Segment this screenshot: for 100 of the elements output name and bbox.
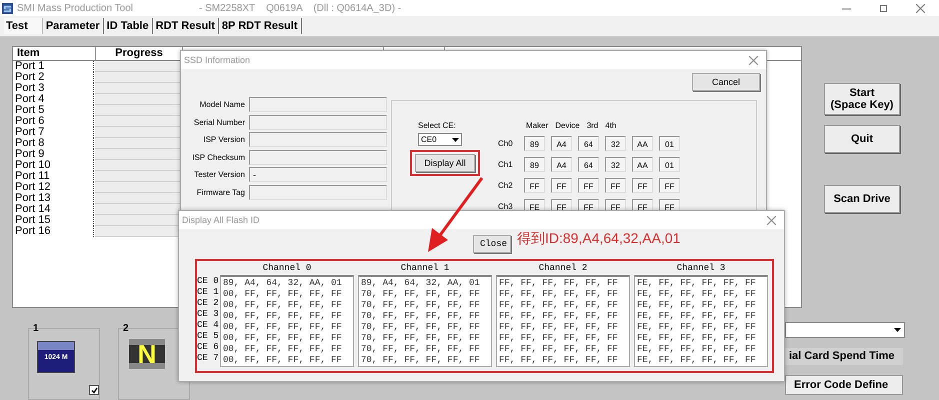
ce-label: CE 6 — [197, 342, 220, 353]
port-label[interactable]: Port 5 — [13, 105, 94, 116]
flash-id-row-text: FF, FF, FF, FF, FF, FF — [499, 289, 619, 300]
field-label: ISP Version — [202, 135, 246, 144]
close-icon[interactable] — [767, 216, 776, 224]
id-column-header: Maker — [526, 121, 548, 132]
spend-time-label: ial Card Spend Time — [785, 348, 903, 365]
port-label[interactable]: Port 6 — [13, 116, 94, 127]
port-label[interactable]: Port 4 — [13, 94, 94, 105]
side-button[interactable]: Start (Space Key) — [824, 83, 900, 115]
flash-id-row-text: FF, FF, FF, FF, FF, FF — [499, 300, 619, 311]
ce-dropdown[interactable]: CE0 — [418, 133, 462, 146]
id-value-field: FF — [524, 178, 545, 193]
flash-id-row-text: 89, A4, 64, 32, AA, 01 — [223, 278, 343, 289]
side-button[interactable]: Scan Drive — [824, 185, 900, 213]
tab[interactable]: 8P RDT Result — [218, 18, 302, 34]
input-field[interactable] — [249, 184, 387, 200]
port-label[interactable]: Port 11 — [13, 171, 94, 182]
id-value-field: AA — [632, 157, 653, 172]
port-label[interactable]: Port 1 — [13, 61, 94, 72]
id-value-field: FF — [659, 178, 680, 193]
flash-id-row-text: 00, FF, FF, FF, FF, FF — [223, 333, 343, 344]
flash-id-row-text: FE, FF, FF, FF, FF, FF — [637, 355, 757, 366]
id-value-field: 89 — [524, 157, 545, 172]
field-label: Firmware Tag — [196, 188, 246, 196]
dialog-title: Display All Flash ID — [182, 215, 260, 225]
ce-label: CE 7 — [197, 353, 220, 364]
port-label[interactable]: Port 8 — [13, 138, 94, 149]
port-label[interactable]: Port 12 — [13, 182, 94, 193]
flash-id-row-text: FE, FF, FF, FF, FF, FF — [637, 300, 757, 311]
maximize-icon[interactable] — [879, 4, 888, 12]
display-all-button[interactable]: Display All — [415, 154, 475, 172]
slot-checkbox[interactable] — [89, 385, 99, 395]
flash-id-row-text: FE, FF, FF, FF, FF, FF — [637, 311, 757, 322]
port-label[interactable]: Port 16 — [13, 226, 94, 237]
id-value-field: FF — [578, 178, 599, 193]
flash-id-row-text: FF, FF, FF, FF, FF, FF — [499, 311, 619, 322]
id-value-field: 64 — [578, 157, 599, 172]
flash-id-row-text: FE, FF, FF, FF, FF, FF — [637, 289, 757, 300]
input-field[interactable] — [249, 150, 387, 164]
ce-label: CE 3 — [197, 309, 220, 320]
channel-label: Ch2 — [498, 181, 514, 190]
flash-id-row-text: 70, FF, FF, FF, FF, FF — [361, 333, 481, 344]
flash-id-row-text: 89, A4, 64, 32, AA, 01 — [361, 278, 481, 289]
tab[interactable]: ID Table — [104, 18, 153, 34]
dropdown-arrow-icon — [452, 138, 459, 142]
port-label[interactable]: Port 10 — [13, 160, 94, 171]
input-field[interactable] — [249, 114, 387, 130]
port-label[interactable]: Port 7 — [13, 127, 94, 138]
field-label: Tester Version — [193, 170, 246, 179]
tab[interactable]: Parameter — [42, 18, 104, 34]
flash-id-row-text: 00, FF, FF, FF, FF, FF — [223, 311, 343, 322]
input-field[interactable] — [249, 97, 387, 112]
ce-label: CE 4 — [197, 320, 220, 331]
window-subtitle: - SM2258XT Q0619A (Dll : Q0614A_3D) - — [199, 2, 402, 14]
cancel-button[interactable]: Cancel — [692, 73, 760, 91]
flash-id-row-text: 70, FF, FF, FF, FF, FF — [361, 300, 481, 311]
ce-label: CE 5 — [197, 331, 220, 342]
id-value-field: A4 — [551, 157, 572, 172]
ce-label: CE 0 — [197, 276, 220, 287]
port-label[interactable]: Port 3 — [13, 83, 94, 94]
close-icon[interactable] — [749, 56, 758, 64]
ce-label: CE 2 — [197, 298, 220, 309]
flash-id-row-text: 00, FF, FF, FF, FF, FF — [223, 355, 343, 366]
annotation-text: 得到ID:89,A4,64,32,AA,01 — [517, 230, 680, 248]
tab[interactable]: RDT Result — [152, 18, 219, 34]
dialog-title: SSD Information — [184, 55, 250, 65]
flash-id-row-text: 00, FF, FF, FF, FF, FF — [223, 344, 343, 355]
channel-label: Ch0 — [498, 139, 514, 148]
flash-id-row-text: FE, FF, FF, FF, FF, FF — [637, 322, 757, 333]
input-field[interactable] — [249, 132, 387, 147]
channel-title: Channel 2 — [538, 263, 588, 275]
port-label[interactable]: Port 14 — [13, 204, 94, 215]
ce-label: CE 1 — [197, 287, 220, 298]
dropdown-field[interactable] — [785, 322, 905, 338]
id-value-field: 01 — [659, 136, 680, 151]
port-label[interactable]: Port 9 — [13, 149, 94, 160]
port-label[interactable]: Port 15 — [13, 215, 94, 226]
close-icon[interactable] — [916, 4, 925, 12]
error-code-button[interactable]: Error Code Define — [785, 375, 903, 395]
field-label: Model Name — [198, 100, 246, 109]
id-value-field: 32 — [605, 157, 626, 172]
field-label: Serial Number — [192, 118, 246, 126]
port-label[interactable]: Port 2 — [13, 72, 94, 83]
flash-id-row-text: FE, FF, FF, FF, FF, FF — [637, 333, 757, 344]
letter-badge: N — [129, 339, 165, 369]
channel-title: Channel 3 — [676, 263, 726, 275]
input-field[interactable]: - — [249, 167, 387, 182]
channel-label: Ch1 — [498, 160, 514, 169]
window-title: SMI Mass Production Tool — [17, 2, 134, 14]
port-label[interactable]: Port 13 — [13, 193, 94, 204]
side-button[interactable]: Quit — [824, 125, 900, 153]
flash-id-row-text: 00, FF, FF, FF, FF, FF — [223, 300, 343, 311]
id-value-field: FF — [632, 178, 653, 193]
flash-id-row-text: 00, FF, FF, FF, FF, FF — [223, 322, 343, 333]
close-button[interactable]: Close — [473, 235, 511, 253]
id-value-field: 89 — [524, 136, 545, 151]
flash-id-row-text: 70, FF, FF, FF, FF, FF — [361, 344, 481, 355]
tab[interactable]: Test — [4, 18, 43, 34]
flash-id-row-text: 70, FF, FF, FF, FF, FF — [361, 289, 481, 300]
